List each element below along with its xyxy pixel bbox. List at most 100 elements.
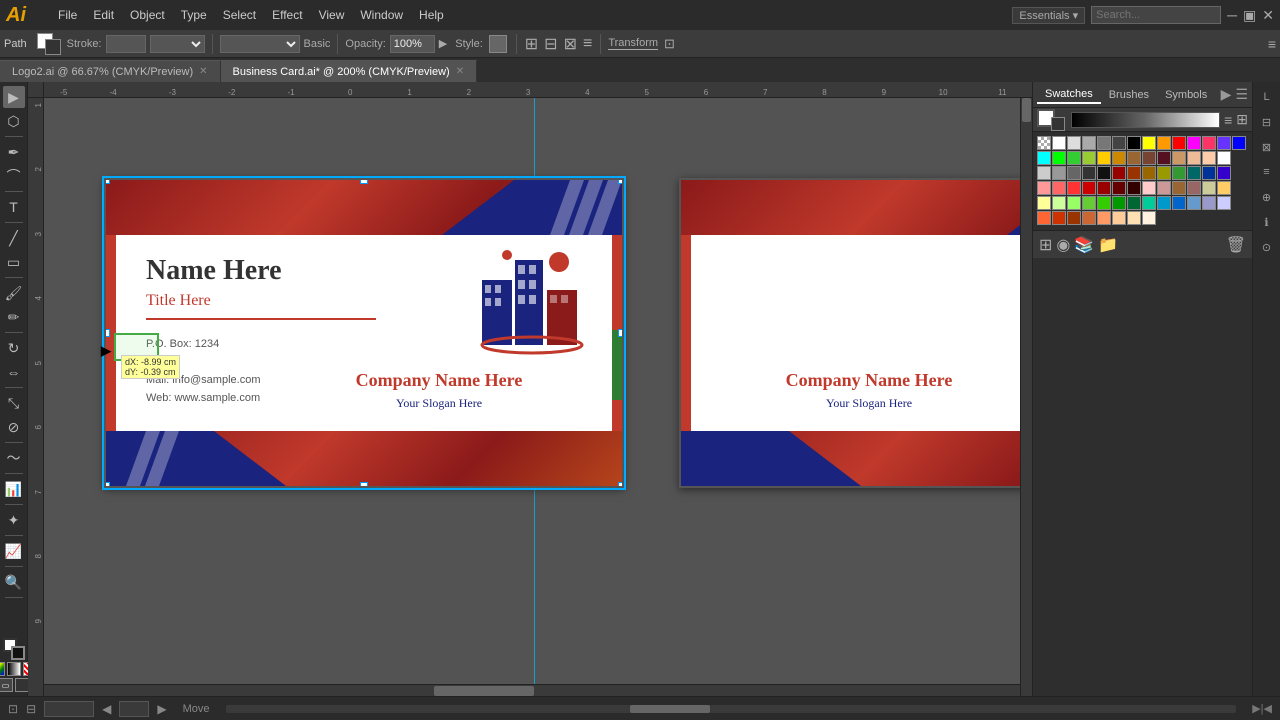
- selection-tool[interactable]: ▶: [3, 86, 25, 108]
- fullscreen-btn[interactable]: [15, 678, 29, 692]
- menu-object[interactable]: Object: [122, 0, 173, 30]
- delete-swatch-btn[interactable]: 🗑: [1226, 235, 1246, 255]
- handle-tc[interactable]: [360, 178, 368, 184]
- swatch-lightred[interactable]: [1052, 181, 1066, 195]
- stroke-unit[interactable]: [150, 35, 205, 53]
- swatch-black[interactable]: [1127, 136, 1141, 150]
- swatch-red[interactable]: [1172, 136, 1186, 150]
- swatch-red2[interactable]: [1082, 181, 1096, 195]
- scale-tool[interactable]: ⤡: [3, 392, 25, 414]
- swatch-yellowgreen[interactable]: [1082, 151, 1096, 165]
- distribute-icon[interactable]: ≡: [583, 35, 592, 53]
- scrollbar-vertical[interactable]: [1020, 98, 1032, 696]
- style-swatch[interactable]: [489, 35, 507, 53]
- curvature-tool[interactable]: ⌒: [3, 165, 25, 187]
- swatch-gray50[interactable]: [1082, 136, 1096, 150]
- swatch-salmon[interactable]: [1097, 211, 1111, 225]
- swatch-folder-btn[interactable]: 📁: [1098, 235, 1118, 255]
- swatch-violet[interactable]: [1217, 166, 1231, 180]
- swatch-forest[interactable]: [1172, 166, 1186, 180]
- swatch-green[interactable]: [1052, 151, 1066, 165]
- swatch-linen[interactable]: [1127, 211, 1141, 225]
- swatch-blue[interactable]: [1232, 136, 1246, 150]
- swatch-warm-red[interactable]: [1202, 136, 1216, 150]
- menu-view[interactable]: View: [311, 0, 353, 30]
- swatch-golden[interactable]: [1097, 151, 1111, 165]
- swatch-azure[interactable]: [1157, 196, 1171, 210]
- panel-toggle[interactable]: ≡: [1268, 36, 1276, 52]
- direct-selection-tool[interactable]: ⬡: [3, 110, 25, 132]
- swatch-lightpeach[interactable]: [1202, 151, 1216, 165]
- symbols-tab[interactable]: Symbols: [1157, 87, 1215, 103]
- swatch-white2[interactable]: [1217, 151, 1231, 165]
- swatch-yellow[interactable]: [1142, 136, 1156, 150]
- swatch-verydarkgray[interactable]: [1097, 166, 1111, 180]
- scrollbar-thumb-h[interactable]: [434, 686, 534, 696]
- restore-button[interactable]: ▣: [1243, 7, 1256, 24]
- swatch-khaki[interactable]: [1202, 181, 1216, 195]
- swatch-verylightred[interactable]: [1142, 181, 1156, 195]
- swatch-grass[interactable]: [1097, 196, 1111, 210]
- pencil-tool[interactable]: ✏: [3, 306, 25, 328]
- swatch-olive[interactable]: [1157, 166, 1171, 180]
- swatch-darkorange[interactable]: [1112, 151, 1126, 165]
- swatch-brightred[interactable]: [1067, 181, 1081, 195]
- swatch-peach[interactable]: [1187, 151, 1201, 165]
- align-panel-btn[interactable]: ≡: [1256, 161, 1278, 183]
- shear-tool[interactable]: ⊘: [3, 416, 25, 438]
- swatch-emerald[interactable]: [1142, 196, 1156, 210]
- swatch-cerulean[interactable]: [1172, 196, 1186, 210]
- type-tool[interactable]: T: [3, 196, 25, 218]
- swatch-blush[interactable]: [1157, 181, 1171, 195]
- workspace-dropdown[interactable]: Essentials ▾: [1012, 7, 1085, 24]
- align-center-icon[interactable]: ⊟: [544, 34, 557, 54]
- prev-page-btn[interactable]: ◀: [102, 702, 111, 716]
- handle-ml[interactable]: [104, 329, 110, 337]
- grid-view-btn[interactable]: ⊞: [1236, 111, 1248, 128]
- swatch-brown[interactable]: [1127, 151, 1141, 165]
- menu-effect[interactable]: Effect: [264, 0, 310, 30]
- appearance-panel-btn[interactable]: ⊙: [1256, 236, 1278, 258]
- list-view-btn[interactable]: ≡: [1224, 112, 1232, 128]
- canvas-area[interactable]: -5 -4 -3 -2 -1 0 1 2 3 4 5 6 7 8 9 10 11: [28, 82, 1032, 696]
- swatch-burnt[interactable]: [1067, 211, 1081, 225]
- swatch-orange[interactable]: [1157, 136, 1171, 150]
- swatch-lightyellow[interactable]: [1217, 181, 1231, 195]
- new-swatch-btn[interactable]: ⊞: [1039, 235, 1052, 255]
- menu-edit[interactable]: Edit: [85, 0, 122, 30]
- menu-type[interactable]: Type: [173, 0, 215, 30]
- stroke-fill-swatch[interactable]: [37, 33, 63, 55]
- swatch-lightgray2[interactable]: [1037, 166, 1051, 180]
- swatches-tab[interactable]: Swatches: [1037, 86, 1101, 104]
- handle-br[interactable]: [618, 482, 624, 488]
- close-button[interactable]: ✕: [1262, 7, 1274, 24]
- swatch-maroon[interactable]: [1127, 181, 1141, 195]
- zoom-input[interactable]: 200%: [44, 701, 94, 717]
- swatch-darkbrown[interactable]: [1142, 151, 1156, 165]
- swatch-gray80[interactable]: [1112, 136, 1126, 150]
- swatch-lavender[interactable]: [1217, 196, 1231, 210]
- menu-file[interactable]: File: [50, 0, 85, 30]
- transform-panel-btn[interactable]: ⊠: [1256, 136, 1278, 158]
- handle-bc[interactable]: [360, 482, 368, 488]
- symbol-library-btn[interactable]: 📚: [1074, 235, 1094, 255]
- handle-tr[interactable]: [618, 178, 624, 184]
- zoom-tool[interactable]: 🔍: [3, 571, 25, 593]
- swatch-redorange[interactable]: [1052, 211, 1066, 225]
- page-input[interactable]: 1: [119, 701, 149, 717]
- bottom-scrollbar[interactable]: [226, 705, 1237, 713]
- stroke-value[interactable]: [106, 35, 146, 53]
- handle-tl[interactable]: [104, 178, 110, 184]
- tab-business-card[interactable]: Business Card.ai* @ 200% (CMYK/Preview) …: [221, 60, 478, 82]
- layers-panel-btn[interactable]: L: [1256, 86, 1278, 108]
- transform-icon[interactable]: ⊡: [664, 36, 675, 52]
- properties-panel-btn[interactable]: ℹ: [1256, 211, 1278, 233]
- blend-mode[interactable]: [220, 35, 300, 53]
- swatch-gray3[interactable]: [1067, 166, 1081, 180]
- swatch-white[interactable]: [1052, 136, 1066, 150]
- search-input[interactable]: [1091, 6, 1221, 24]
- pathfinder-panel-btn[interactable]: ⊕: [1256, 186, 1278, 208]
- panel-menu-icon[interactable]: ▶: [1221, 86, 1232, 103]
- swatch-gray2[interactable]: [1052, 166, 1066, 180]
- gradient-mode-btn[interactable]: [7, 662, 21, 676]
